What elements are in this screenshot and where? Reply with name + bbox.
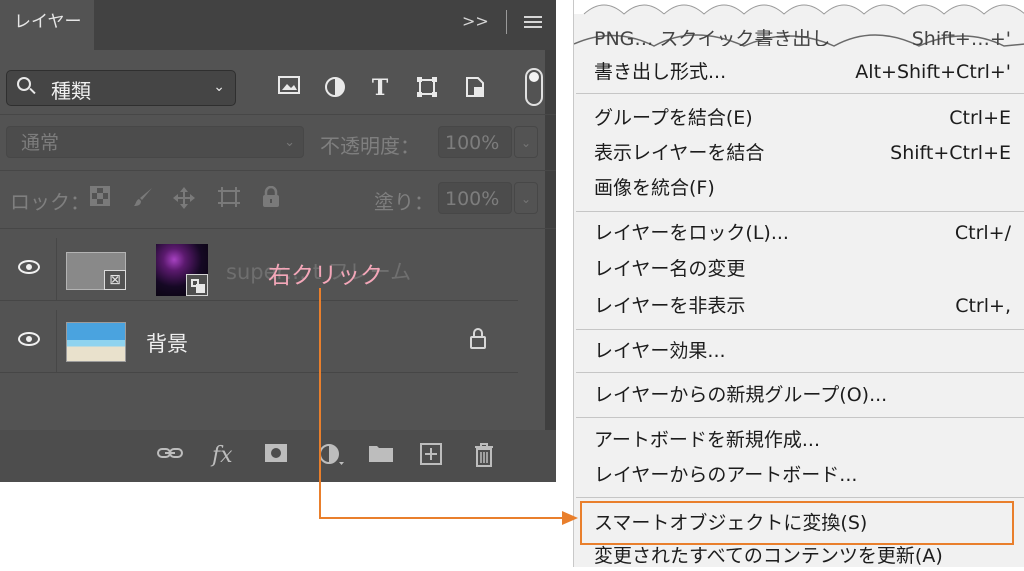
adjustment-icon[interactable] — [318, 443, 346, 473]
opacity-field[interactable]: 100% — [438, 126, 512, 158]
menu-item-label: グループを結合(E) — [594, 107, 753, 129]
panel-menu-icon[interactable] — [524, 13, 542, 31]
menu-item-label: 変更されたすべてのコンテンツを更新(A) — [594, 545, 943, 567]
menu-item-shortcut: Alt+Shift+Ctrl+' — [855, 61, 1011, 83]
menu-item-label: レイヤー名の変更 — [594, 258, 746, 280]
trash-icon[interactable] — [474, 443, 494, 473]
menu-item-artboard-from-layers[interactable]: レイヤーからのアートボード... — [594, 460, 1011, 490]
frame-icon: ⊠ — [104, 270, 126, 290]
layers-bottom-toolbar: fx — [0, 430, 556, 482]
lock-image-pixels-icon[interactable] — [132, 186, 154, 213]
layer-name[interactable]: 背景 — [146, 328, 188, 358]
lock-all-icon[interactable] — [262, 185, 280, 213]
fx-icon[interactable]: fx — [212, 443, 233, 468]
layer-image-thumbnail — [156, 244, 208, 296]
blend-mode-value: 通常 — [21, 132, 60, 154]
fill-stepper[interactable]: ⌄ — [514, 182, 538, 214]
menu-item-label: レイヤー効果... — [594, 340, 726, 362]
menu-item-label: 画像を統合(F) — [594, 177, 715, 199]
divider — [0, 228, 556, 229]
menu-separator — [576, 93, 1024, 94]
folder-icon[interactable] — [368, 443, 394, 469]
menu-separator — [576, 329, 1024, 330]
lock-icon — [470, 328, 486, 349]
menu-separator — [576, 372, 1024, 373]
fill-label: 塗り： — [374, 190, 434, 214]
collapse-icon[interactable]: >> — [462, 12, 489, 31]
image-filter-icon[interactable] — [276, 76, 302, 100]
highlight-box — [580, 501, 1014, 545]
eye-icon[interactable] — [18, 260, 40, 274]
layer-row-frame[interactable]: ⊠ super… t フレーム — [0, 238, 518, 301]
menu-item-merge-visible[interactable]: 表示レイヤーを結合 Shift+Ctrl+E — [594, 138, 1011, 168]
tab-layers[interactable]: レイヤー — [0, 0, 94, 50]
layers-panel: レイヤー >> 種類 ⌄ T 通常 ⌄ 不透明度： 100% ⌄ ロック： 塗り… — [0, 0, 556, 482]
panel-tab-bar: レイヤー >> — [0, 0, 556, 50]
menu-item-shortcut: Ctrl+E — [949, 107, 1011, 129]
menu-item-rename-layer[interactable]: レイヤー名の変更 — [594, 254, 1011, 284]
menu-item-label: 書き出し形式... — [594, 61, 727, 83]
separator — [56, 310, 57, 372]
menu-separator — [576, 417, 1024, 418]
chevron-down-icon: ⌄ — [213, 79, 225, 95]
chevron-down-icon: ⌄ — [284, 135, 295, 150]
adjustment-filter-icon[interactable] — [322, 76, 348, 100]
menu-item-shortcut: Ctrl+, — [955, 295, 1011, 317]
opacity-stepper[interactable]: ⌄ — [514, 126, 538, 158]
opacity-label: 不透明度： — [320, 134, 420, 158]
menu-item-label: レイヤーをロック(L)... — [594, 222, 789, 244]
menu-item-label: レイヤーを非表示 — [594, 295, 746, 317]
eye-icon[interactable] — [18, 332, 40, 346]
menu-item-merge-group[interactable]: グループを結合(E) Ctrl+E — [594, 103, 1011, 133]
menu-item-group-from-layers[interactable]: レイヤーからの新規グループ(O)... — [594, 380, 1011, 410]
smart-object-badge-icon — [186, 274, 208, 296]
filter-kind-label: 種類 — [51, 79, 91, 103]
separator — [56, 238, 57, 300]
panel-menu-controls: >> — [462, 10, 542, 34]
type-filter-icon[interactable]: T — [367, 76, 393, 100]
menu-item-export-as[interactable]: 書き出し形式... Alt+Shift+Ctrl+' — [594, 57, 1011, 87]
menu-item-flatten-image[interactable]: 画像を統合(F) — [594, 173, 1011, 203]
smart-object-filter-icon[interactable] — [462, 76, 488, 100]
link-icon[interactable] — [156, 443, 184, 469]
menu-item-label: レイヤーからの新規グループ(O)... — [594, 384, 888, 406]
menu-item-label: アートボードを新規作成... — [594, 429, 820, 451]
menu-item-layer-effects[interactable]: レイヤー効果... — [594, 336, 1011, 366]
divider — [0, 114, 556, 115]
menu-item-shortcut: Shift+Ctrl+E — [890, 142, 1011, 164]
new-layer-icon[interactable] — [420, 443, 442, 471]
lock-transparent-pixels-icon[interactable] — [90, 186, 110, 211]
filter-kind-dropdown[interactable]: 種類 ⌄ — [6, 70, 236, 106]
filter-toggle-switch[interactable] — [525, 68, 543, 106]
menu-item-shortcut: Ctrl+/ — [954, 222, 1011, 244]
fill-field[interactable]: 100% — [438, 182, 512, 214]
mask-icon[interactable] — [264, 443, 288, 469]
separator — [505, 10, 507, 34]
right-click-callout: 右クリック — [268, 263, 383, 289]
lock-label: ロック： — [10, 190, 90, 214]
shape-filter-icon[interactable] — [414, 76, 440, 100]
lock-position-icon[interactable] — [172, 186, 196, 215]
search-icon — [17, 77, 31, 91]
context-menu: PNG… スクイック書き出し Shift+…+' 書き出し形式... Alt+S… — [573, 0, 1024, 567]
frame-thumbnail: ⊠ — [66, 252, 126, 290]
blend-mode-dropdown[interactable]: 通常 ⌄ — [6, 126, 304, 158]
lock-artboard-icon[interactable] — [216, 186, 242, 213]
layer-row-background[interactable]: 背景 — [0, 310, 518, 373]
menu-item-lock-layers[interactable]: レイヤーをロック(L)... Ctrl+/ — [594, 218, 1011, 248]
menu-item-new-artboard[interactable]: アートボードを新規作成... — [594, 425, 1011, 455]
menu-item-hide-layers[interactable]: レイヤーを非表示 Ctrl+, — [594, 291, 1011, 321]
menu-separator — [576, 211, 1024, 212]
background-thumbnail — [66, 322, 126, 362]
menu-item-label: レイヤーからのアートボード... — [594, 464, 858, 486]
divider — [0, 170, 556, 171]
menu-item-label: 表示レイヤーを結合 — [594, 142, 765, 164]
menu-separator — [576, 497, 1024, 498]
